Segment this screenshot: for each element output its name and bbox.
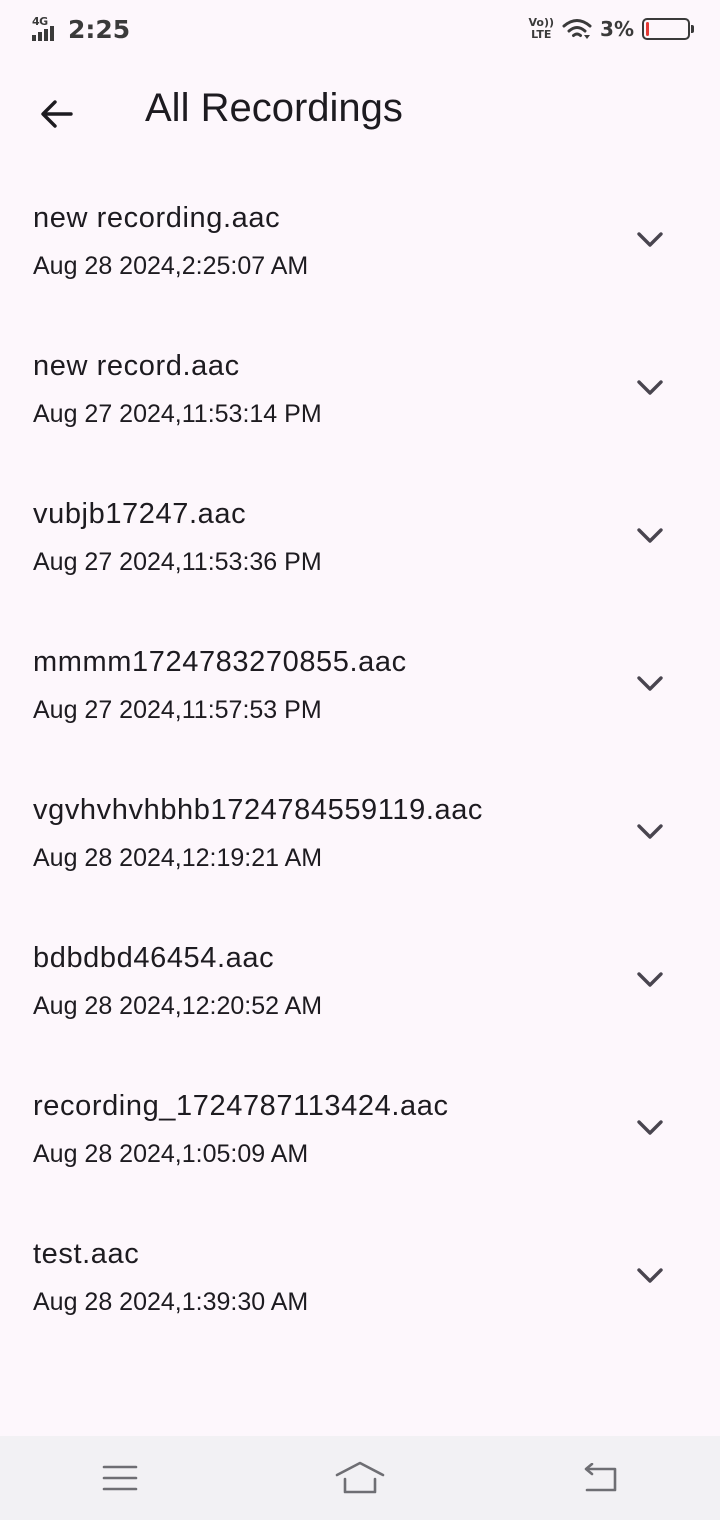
- recording-list-item[interactable]: recording_1724787113424.aac Aug 28 2024,1…: [0, 1060, 720, 1208]
- recording-date: Aug 28 2024,12:20:52 AM: [33, 992, 323, 1020]
- system-nav-bar: [0, 1436, 720, 1520]
- recording-list-item[interactable]: vubjb17247.aac Aug 27 2024,11:53:36 PM: [0, 468, 720, 616]
- chevron-down-icon: [637, 1268, 663, 1283]
- recording-list-item[interactable]: vgvhvhvhbhb1724784559119.aac Aug 28 2024,…: [0, 764, 720, 912]
- recording-name: bdbdbd46454.aac: [33, 942, 275, 974]
- recording-date: Aug 28 2024,1:05:09 AM: [33, 1140, 309, 1168]
- chevron-down-icon: [637, 380, 663, 395]
- recording-name: vgvhvhvhbhb1724784559119.aac: [33, 794, 484, 826]
- nav-menu-button[interactable]: [70, 1436, 170, 1520]
- expand-button[interactable]: [632, 666, 668, 702]
- battery-icon: [642, 18, 694, 40]
- expand-button[interactable]: [632, 222, 668, 258]
- recording-date: Aug 28 2024,2:25:07 AM: [33, 252, 309, 280]
- recording-date: Aug 27 2024,11:53:14 PM: [33, 400, 322, 428]
- recording-date: Aug 28 2024,1:39:30 AM: [33, 1288, 309, 1316]
- nav-back-button[interactable]: [550, 1436, 650, 1520]
- expand-button[interactable]: [632, 814, 668, 850]
- recording-name: new recording.aac: [33, 202, 281, 234]
- menu-icon: [102, 1465, 138, 1491]
- recordings-list: new recording.aac Aug 28 2024,2:25:07 AM n…: [0, 172, 720, 1356]
- recording-name: recording_1724787113424.aac: [33, 1090, 449, 1122]
- chevron-down-icon: [637, 1120, 663, 1135]
- chevron-down-icon: [637, 824, 663, 839]
- status-left: 4G 2:25: [30, 15, 130, 44]
- recording-date: Aug 28 2024,12:19:21 AM: [33, 844, 323, 872]
- status-right: Vo)) LTE 3%: [529, 17, 694, 41]
- recording-date: Aug 27 2024,11:53:36 PM: [33, 548, 322, 576]
- arrow-back-icon: [41, 100, 73, 128]
- back-button[interactable]: [26, 84, 86, 144]
- volte-bottom: LTE: [531, 28, 552, 41]
- chevron-down-icon: [637, 232, 663, 247]
- nav-home-button[interactable]: [310, 1436, 410, 1520]
- wifi-icon: [562, 19, 592, 39]
- battery-level: [646, 22, 649, 36]
- recording-list-item[interactable]: test.aac Aug 28 2024,1:39:30 AM: [0, 1208, 720, 1356]
- page-title: All Recordings: [145, 86, 403, 130]
- expand-button[interactable]: [632, 962, 668, 998]
- recording-list-item[interactable]: mmmm1724783270855.aac Aug 27 2024,11:57:5…: [0, 616, 720, 764]
- recording-list-item[interactable]: new recording.aac Aug 28 2024,2:25:07 AM: [0, 172, 720, 320]
- cellular-signal-icon: 4G: [30, 15, 60, 43]
- recording-date: Aug 27 2024,11:57:53 PM: [33, 696, 322, 724]
- chevron-down-icon: [637, 972, 663, 987]
- screen: 4G 2:25 Vo)) LTE 3% All Recordings new r…: [0, 0, 720, 1520]
- recording-name: new record.aac: [33, 350, 240, 382]
- recording-list-item[interactable]: bdbdbd46454.aac Aug 28 2024,12:20:52 AM: [0, 912, 720, 1060]
- chevron-down-icon: [637, 528, 663, 543]
- status-time: 2:25: [68, 14, 131, 44]
- chevron-down-icon: [637, 676, 663, 691]
- expand-button[interactable]: [632, 1110, 668, 1146]
- expand-button[interactable]: [632, 1258, 668, 1294]
- recording-list-item[interactable]: new record.aac Aug 27 2024,11:53:14 PM: [0, 320, 720, 468]
- recording-name: mmmm1724783270855.aac: [33, 646, 407, 678]
- volte-icon: Vo)) LTE: [529, 17, 555, 41]
- app-bar: All Recordings: [0, 70, 720, 154]
- home-icon: [335, 1461, 385, 1494]
- recording-name: vubjb17247.aac: [33, 498, 247, 530]
- back-icon: [584, 1463, 617, 1492]
- battery-percent: 3%: [600, 17, 634, 41]
- expand-button[interactable]: [632, 370, 668, 406]
- recording-name: test.aac: [33, 1238, 140, 1270]
- status-bar: 4G 2:25 Vo)) LTE 3%: [0, 0, 720, 58]
- expand-button[interactable]: [632, 518, 668, 554]
